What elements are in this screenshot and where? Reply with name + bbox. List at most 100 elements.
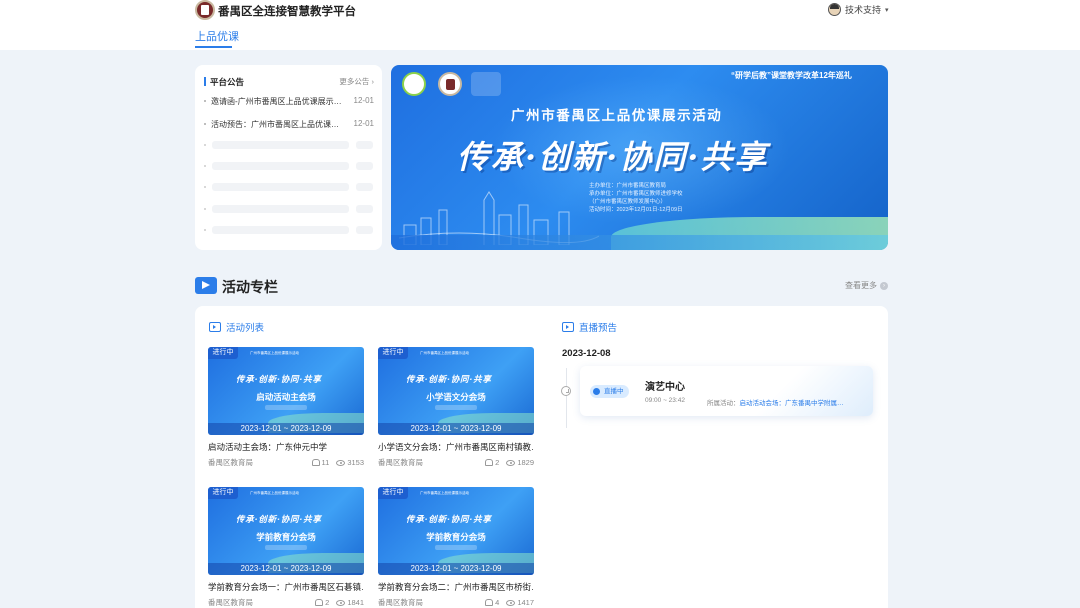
activity-thumbnail[interactable]: 进行中 广州市番禺区上品优课展示活动 传承·创新·协同·共享 学前教育分会场 2…	[378, 487, 534, 575]
activity-panel: 活动列表 直播预告 进行中 广州市番禺区上品优课展示活动 传承·创新·协同·共享…	[195, 306, 888, 608]
tech-support-menu[interactable]: 技术支持 ▾	[828, 3, 889, 16]
activity-card[interactable]: 进行中 广州市番禺区上品优课展示活动 传承·创新·协同·共享 启动活动主会场 2…	[208, 347, 364, 468]
activity-name[interactable]: 小学语文分会场：广州市番禺区南村镇教…	[378, 441, 534, 453]
thumbnail-venue: 学前教育分会场	[256, 532, 316, 542]
chevron-down-icon: ▾	[885, 6, 889, 14]
thumbnail-slogan: 传承·创新·协同·共享	[236, 375, 322, 385]
announcement-title: 平台公告	[210, 77, 245, 87]
organizer: 番禺区教育局	[378, 598, 423, 607]
activity-card[interactable]: 进行中 广州市番禺区上品优课展示活动 传承·创新·协同·共享 学前教育分会场 2…	[208, 487, 364, 608]
announcement-header: 平台公告 更多公告 ›	[204, 76, 374, 88]
eye-icon	[336, 599, 346, 606]
section-title: 活动专栏	[222, 279, 278, 295]
school-logo	[438, 72, 462, 96]
title-accent-bar	[204, 77, 206, 86]
view-count: 1417	[517, 598, 534, 607]
placeholder-row	[204, 162, 374, 170]
clock-icon	[561, 386, 571, 396]
tab-premium-courses[interactable]: 上品优课	[195, 28, 239, 44]
banner-tagline: “研学后教”课堂教学改革12年巡礼	[731, 71, 852, 80]
thumbnail-slogan: 传承·创新·协同·共享	[406, 375, 492, 385]
announcement-text: 邀请函-广州市番禺区上品优课展示…	[211, 97, 342, 106]
activity-meta: 番禺区教育局 4 1417	[378, 597, 534, 608]
live-session-card[interactable]: 直播中 演艺中心 09:00 ~ 23:42 所属活动：启动活动会场：广东番禺中…	[580, 366, 873, 416]
live-room-name: 演艺中心	[645, 382, 685, 393]
chevron-right-icon: ›	[880, 281, 888, 290]
date-range: 2023-12-01 ~ 2023-12-09	[208, 423, 364, 435]
view-count: 1829	[517, 458, 534, 467]
school-logo[interactable]	[195, 0, 215, 20]
play-icon	[562, 322, 574, 332]
organizer: 番禺区教育局	[378, 458, 423, 467]
announcement-item[interactable]: 活动预告：广州市番禺区上品优课… 12-01	[204, 119, 374, 130]
participant-count: 2	[495, 458, 500, 467]
participant-count: 4	[495, 598, 500, 607]
activity-card[interactable]: 进行中 广州市番禺区上品优课展示活动 传承·创新·协同·共享 学前教育分会场 2…	[378, 487, 534, 608]
live-status-badge: 直播中	[590, 385, 629, 398]
announcement-item[interactable]: 邀请函-广州市番禺区上品优课展示… 12-01	[204, 96, 374, 107]
participants-icon	[315, 599, 324, 606]
status-badge: 进行中	[378, 347, 408, 359]
status-badge: 进行中	[208, 347, 238, 359]
date-range: 2023-12-01 ~ 2023-12-09	[208, 563, 364, 575]
partner-logo	[471, 72, 501, 96]
banner-title: 广州市番禺区上品优课展示活动	[511, 108, 723, 123]
activity-name[interactable]: 学前教育分会场一：广州市番禺区石碁镇…	[208, 581, 364, 593]
activity-name[interactable]: 学前教育分会场二：广州市番禺区市桥街…	[378, 581, 534, 593]
placeholder-row	[204, 141, 374, 149]
participants-icon	[485, 599, 494, 606]
participants-icon	[311, 459, 320, 466]
live-activity-link[interactable]: 启动活动会场：广东番禺中学附属…	[740, 400, 844, 407]
more-announcements-link[interactable]: 更多公告 ›	[339, 76, 374, 87]
thumbnail-venue: 启动活动主会场	[256, 392, 316, 402]
thumbnail-heading: 广州市番禺区上品优课展示活动	[420, 491, 469, 495]
thumbnail-heading: 广州市番禺区上品优课展示活动	[250, 351, 299, 355]
user-avatar-icon	[828, 3, 841, 16]
activity-meta: 番禺区教育局 11 3153	[208, 457, 364, 468]
status-badge: 进行中	[208, 487, 238, 499]
eye-icon	[506, 459, 516, 466]
view-count: 1841	[347, 598, 364, 607]
thumbnail-slogan: 传承·创新·协同·共享	[406, 515, 492, 525]
activity-card[interactable]: 进行中 广州市番禺区上品优课展示活动 传承·创新·协同·共享 小学语文分会场 2…	[378, 347, 534, 468]
status-badge: 进行中	[378, 487, 408, 499]
organizer: 番禺区教育局	[208, 458, 253, 467]
view-more-link[interactable]: 查看更多 ›	[845, 280, 888, 291]
placeholder-row	[204, 183, 374, 191]
thumbnail-heading: 广州市番禺区上品优课展示活动	[420, 351, 469, 355]
thumbnail-venue: 小学语文分会场	[426, 392, 486, 402]
activity-list-header: 活动列表	[209, 320, 264, 334]
organizer: 番禺区教育局	[208, 598, 253, 607]
tech-support-label: 技术支持	[845, 5, 882, 15]
thumbnail-venue: 学前教育分会场	[426, 532, 486, 542]
activity-thumbnail[interactable]: 进行中 广州市番禺区上品优课展示活动 传承·创新·协同·共享 小学语文分会场 2…	[378, 347, 534, 435]
activity-name[interactable]: 启动活动主会场：广东仲元中学	[208, 441, 364, 453]
announcement-text: 活动预告：广州市番禺区上品优课…	[211, 120, 339, 129]
live-preview-header: 直播预告	[562, 320, 617, 334]
live-date: 2023-12-08	[562, 348, 611, 359]
placeholder-row	[204, 226, 374, 234]
announcement-panel: 平台公告 更多公告 › 邀请函-广州市番禺区上品优课展示… 12-01 活动预告…	[195, 65, 382, 250]
bullet-icon	[204, 100, 206, 102]
top-bar: 番禺区全连接智慧教学平台 技术支持 ▾ 上品优课	[0, 0, 1080, 50]
participant-count: 11	[321, 458, 330, 467]
thumbnail-slogan: 传承·创新·协同·共享	[236, 515, 322, 525]
eye-icon	[336, 459, 346, 466]
active-tab-indicator	[195, 46, 232, 48]
activity-thumbnail[interactable]: 进行中 广州市番禺区上品优课展示活动 传承·创新·协同·共享 学前教育分会场 2…	[208, 487, 364, 575]
bullet-icon	[204, 123, 206, 125]
live-activity-info: 所属活动：启动活动会场：广东番禺中学附属…	[707, 400, 844, 407]
placeholder-row	[204, 205, 374, 213]
event-logo	[402, 72, 426, 96]
activity-thumbnail[interactable]: 进行中 广州市番禺区上品优课展示活动 传承·创新·协同·共享 启动活动主会场 2…	[208, 347, 364, 435]
date-range: 2023-12-01 ~ 2023-12-09	[378, 423, 534, 435]
eye-icon	[506, 599, 516, 606]
live-time: 09:00 ~ 23:42	[645, 397, 685, 404]
timeline-line	[566, 368, 567, 428]
event-banner[interactable]: “研学后教”课堂教学改革12年巡礼 广州市番禺区上品优课展示活动 传承·创新·协…	[391, 65, 888, 250]
view-count: 3153	[347, 458, 364, 467]
participant-count: 2	[325, 598, 330, 607]
site-title[interactable]: 番禺区全连接智慧教学平台	[218, 3, 356, 19]
video-icon	[195, 277, 217, 294]
banner-organizer-info: 主办单位：广州市番禺区教育局 承办单位：广州市番禺区教师进修学校 （广州市番禺区…	[589, 183, 683, 213]
